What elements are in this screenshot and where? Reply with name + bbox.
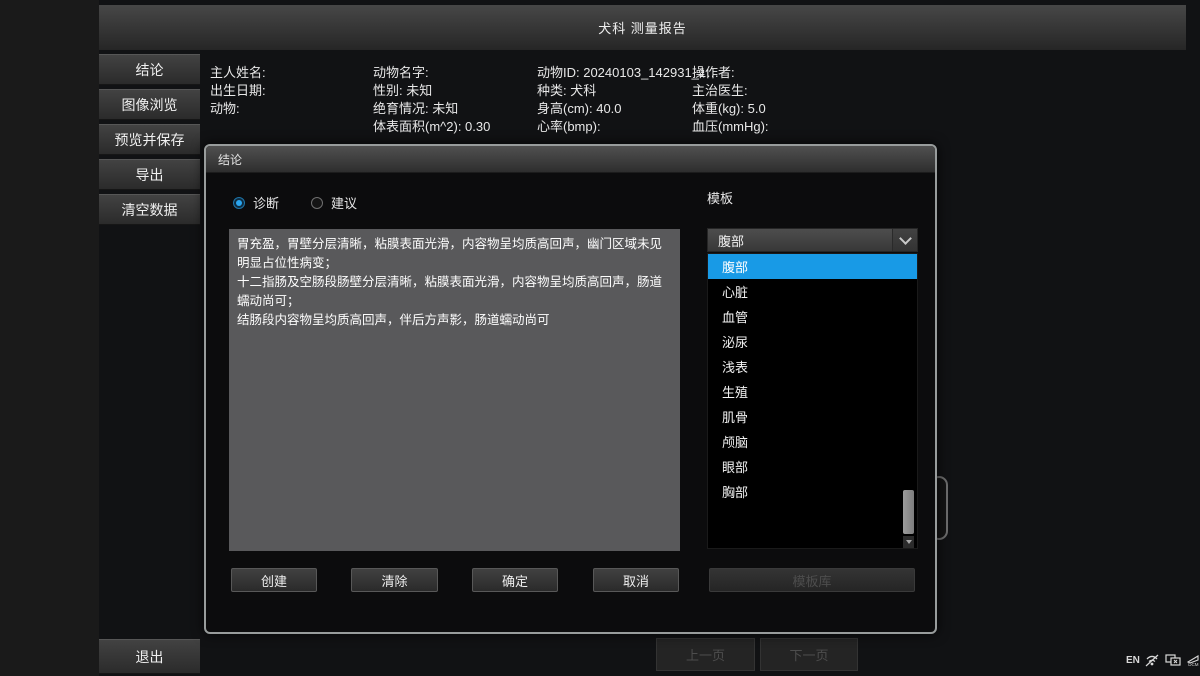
dicom-flag-icon: DCM (1187, 655, 1200, 667)
template-select-value: 腹部 (708, 231, 892, 250)
template-library-button[interactable]: 模板库 (709, 568, 915, 592)
operator-field: 操作者: (692, 64, 769, 82)
doctor-field: 主治医生: (692, 82, 769, 100)
patient-info-col4: 操作者: 主治医生: 体重(kg): 5.0 血压(mmHg): (692, 64, 769, 136)
create-button[interactable]: 创建 (231, 568, 317, 592)
sidebar-item-label: 结论 (136, 60, 164, 80)
network-disconnected-icon (1145, 654, 1160, 667)
cancel-button[interactable]: 取消 (593, 568, 679, 592)
arrow-down-icon (906, 540, 912, 544)
sidebar-item-label: 导出 (136, 165, 164, 185)
template-option-cranial[interactable]: 颅脑 (708, 429, 917, 454)
sidebar-item-export[interactable]: 导出 (99, 159, 200, 190)
chevron-down-icon (892, 229, 917, 251)
sidebar-item-label: 清空数据 (122, 200, 178, 220)
sidebar-item-image-browse[interactable]: 图像浏览 (99, 89, 200, 120)
app-window: 犬科 测量报告 结论 图像浏览 预览并保存 导出 清空数据 退出 主人姓名: 出… (0, 0, 1200, 676)
radio-suggestion-label: 建议 (331, 193, 357, 212)
blood-pressure-field: 血压(mmHg): (692, 118, 769, 136)
template-option-eye[interactable]: 眼部 (708, 454, 917, 479)
sidebar-item-label: 图像浏览 (122, 95, 178, 115)
template-option-superficial[interactable]: 浅表 (708, 354, 917, 379)
radio-diagnosis-label: 诊断 (253, 193, 279, 212)
sidebar-item-conclusion[interactable]: 结论 (99, 54, 200, 85)
owner-name-field: 主人姓名: (210, 64, 266, 82)
list-scrollbar-thumb[interactable] (903, 490, 914, 534)
dialog-title-bar: 结论 (206, 146, 935, 173)
sidebar-item-preview-save[interactable]: 预览并保存 (99, 124, 200, 155)
template-option-chest[interactable]: 胸部 (708, 479, 917, 504)
radio-unselected-icon (311, 197, 323, 209)
animal-field: 动物: (210, 100, 266, 118)
weight-field: 体重(kg): 5.0 (692, 100, 769, 118)
left-edge-strip (0, 0, 99, 676)
conclusion-textarea[interactable]: 胃充盈，胃壁分层清晰，粘膜表面光滑，内容物呈均质高回声，幽门区域未见明显占位性病… (229, 229, 680, 551)
template-select[interactable]: 腹部 (707, 228, 918, 252)
language-indicator: EN (1126, 655, 1140, 666)
radio-diagnosis[interactable]: 诊断 (233, 193, 279, 212)
status-bar: EN DCM (1126, 654, 1200, 667)
patient-info-col2: 动物名字: 性别: 未知 绝育情况: 未知 体表面积(m^2): 0.30 (373, 64, 490, 136)
animal-name-field: 动物名字: (373, 64, 490, 82)
gender-field: 性别: 未知 (373, 82, 490, 100)
template-option-vascular[interactable]: 血管 (708, 304, 917, 329)
exit-button-label: 退出 (136, 647, 164, 667)
template-option-musculoskeletal[interactable]: 肌骨 (708, 404, 917, 429)
exit-button[interactable]: 退出 (99, 639, 200, 674)
conclusion-dialog: 结论 诊断 建议 胃充盈，胃壁分层清晰，粘膜表面光滑，内容物呈均质高回声，幽门区… (204, 144, 937, 634)
template-option-abdomen[interactable]: 腹部 (708, 254, 917, 279)
page-title: 犬科 测量报告 (598, 18, 687, 37)
patient-info-col1: 主人姓名: 出生日期: 动物: (210, 64, 266, 118)
neuter-field: 绝育情况: 未知 (373, 100, 490, 118)
template-option-urinary[interactable]: 泌尿 (708, 329, 917, 354)
sidebar-item-label: 预览并保存 (115, 130, 185, 150)
prev-page-button[interactable]: 上一页 (656, 638, 755, 671)
bsa-field: 体表面积(m^2): 0.30 (373, 118, 490, 136)
conclusion-type-radios: 诊断 建议 (233, 193, 357, 212)
confirm-button[interactable]: 确定 (472, 568, 558, 592)
template-label: 模板 (707, 188, 733, 207)
dialog-title: 结论 (218, 151, 242, 168)
template-options-list: 腹部 心脏 血管 泌尿 浅表 生殖 肌骨 颅脑 眼部 胸部 (707, 253, 918, 549)
radio-selected-icon (233, 197, 245, 209)
template-option-cardiac[interactable]: 心脏 (708, 279, 917, 304)
clear-button[interactable]: 清除 (351, 568, 438, 592)
list-scroll-down-button[interactable] (903, 536, 914, 548)
dual-display-icon (1165, 654, 1182, 667)
birth-date-field: 出生日期: (210, 82, 266, 100)
title-bar: 犬科 测量报告 (99, 5, 1186, 50)
next-page-button[interactable]: 下一页 (760, 638, 858, 671)
dicom-label: DCM (1188, 663, 1198, 667)
radio-suggestion[interactable]: 建议 (311, 193, 357, 212)
template-option-reproductive[interactable]: 生殖 (708, 379, 917, 404)
sidebar-item-clear-data[interactable]: 清空数据 (99, 194, 200, 225)
